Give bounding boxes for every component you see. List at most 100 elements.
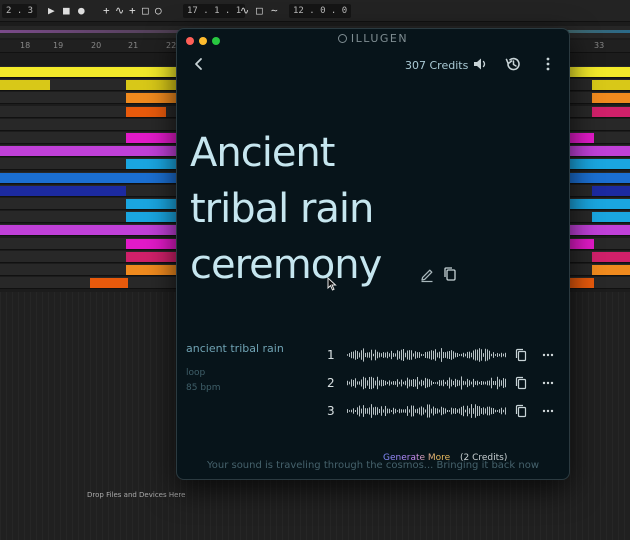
waveform-bar (375, 349, 376, 361)
loop-icon[interactable]: □ (256, 4, 263, 18)
copy-title-button[interactable] (443, 266, 457, 282)
waveform-bar (455, 352, 456, 358)
waveform-bar (369, 407, 370, 415)
history-icon (505, 57, 520, 71)
audio-clip[interactable] (592, 265, 630, 275)
waveform-bar (351, 379, 352, 387)
audio-clip[interactable] (126, 159, 176, 170)
audio-clip[interactable] (592, 93, 630, 104)
waveform-bar (361, 379, 362, 387)
waveform-bar (389, 408, 390, 414)
waveform-bar (419, 381, 420, 385)
waveform-bar (379, 408, 380, 414)
variation-menu-button[interactable] (541, 348, 555, 362)
metronome-icon[interactable]: ○ (155, 4, 162, 18)
audio-clip[interactable] (570, 67, 630, 77)
waveform-bar (503, 353, 504, 357)
audio-clip[interactable] (0, 146, 176, 157)
audio-clip[interactable] (592, 185, 630, 196)
loop-length-field[interactable]: 12 . 0 . 0 (289, 4, 352, 18)
audio-clip[interactable] (570, 238, 594, 249)
capture-icon[interactable]: □ (142, 4, 149, 18)
punch-icon[interactable]: ∼ (271, 4, 278, 18)
copy-variation-button[interactable] (515, 376, 527, 390)
credits-balance[interactable]: 307 Credits (405, 59, 468, 72)
position-field[interactable]: 17 . 1 . 1 (183, 4, 246, 18)
audio-clip[interactable] (570, 146, 630, 157)
edit-title-button[interactable] (419, 267, 435, 283)
variation-row[interactable]: 2 (317, 373, 567, 395)
audio-clip[interactable] (0, 172, 176, 183)
audio-clip[interactable] (592, 80, 630, 91)
audio-clip[interactable] (592, 159, 630, 170)
waveform-bar (493, 380, 494, 386)
waveform-bar (467, 351, 468, 359)
waveform-bar (443, 351, 444, 359)
automation-icon[interactable]: ∿ (115, 4, 124, 18)
audio-clip[interactable] (126, 212, 176, 223)
ruler-tick: 18 (20, 41, 31, 50)
history-button[interactable] (504, 55, 522, 73)
audio-clip[interactable] (592, 212, 630, 223)
stop-icon[interactable]: ■ (63, 4, 70, 18)
add-icon[interactable]: + (103, 4, 110, 18)
waveform-bar (413, 353, 414, 357)
audio-clip[interactable] (570, 278, 594, 289)
tempo-field[interactable]: 2 . 3 (2, 4, 38, 18)
more-options-button[interactable] (539, 55, 557, 73)
waveform-bar (373, 377, 374, 389)
waveform-bar (435, 382, 436, 384)
waveform-player[interactable] (347, 375, 507, 391)
status-message: Your sound is traveling through the cosm… (206, 460, 540, 471)
waveform-player[interactable] (347, 347, 507, 363)
audio-clip[interactable] (126, 133, 176, 143)
waveform-bar (407, 406, 408, 416)
variation-row[interactable]: 3 (317, 401, 567, 423)
copy-variation-button[interactable] (515, 348, 527, 362)
waveform-bar (479, 406, 480, 416)
audio-clip[interactable] (0, 185, 126, 196)
audio-clip[interactable] (570, 199, 630, 209)
audio-clip[interactable] (90, 278, 128, 289)
waveform-bar (373, 353, 374, 357)
waveform-bar (423, 380, 424, 386)
audio-clip[interactable] (0, 225, 176, 236)
audio-clip[interactable] (570, 159, 594, 170)
audio-clip[interactable] (592, 106, 630, 117)
back-button[interactable] (191, 55, 207, 73)
waveform-bar (387, 408, 388, 414)
audio-clip[interactable] (592, 251, 630, 262)
audio-clip[interactable] (570, 133, 594, 143)
variation-row[interactable]: 1 (317, 345, 567, 367)
mouse-pointer-icon (327, 276, 337, 291)
audio-clip[interactable] (126, 67, 176, 77)
waveform-bar (485, 381, 486, 385)
ruler-tick: 33 (594, 41, 605, 50)
record-icon[interactable]: ● (78, 4, 85, 18)
audio-clip[interactable] (126, 80, 176, 91)
audio-clip[interactable] (126, 199, 176, 209)
audio-clip[interactable] (126, 251, 176, 262)
window-titlebar[interactable]: ILLUGEN (177, 29, 569, 51)
waveform-bar (429, 379, 430, 387)
audio-clip[interactable] (570, 172, 630, 183)
volume-button[interactable] (471, 55, 489, 73)
audio-clip[interactable] (0, 80, 50, 91)
waveform-bar (467, 378, 468, 388)
audio-clip[interactable] (126, 238, 176, 249)
overdub-icon[interactable]: + (129, 4, 136, 18)
copy-variation-button[interactable] (515, 404, 527, 418)
waveform-bar (463, 352, 464, 358)
variation-menu-button[interactable] (541, 404, 555, 418)
audio-clip[interactable] (0, 67, 126, 77)
audio-clip[interactable] (570, 225, 630, 236)
audio-clip[interactable] (126, 106, 166, 117)
follow-icon[interactable]: ∿ (240, 4, 249, 18)
waveform-bar (355, 378, 356, 388)
waveform-bar (349, 381, 350, 385)
audio-clip[interactable] (126, 265, 176, 275)
variation-menu-button[interactable] (541, 376, 555, 390)
play-icon[interactable]: ▶ (48, 4, 55, 18)
waveform-player[interactable] (347, 403, 507, 419)
audio-clip[interactable] (126, 93, 176, 104)
